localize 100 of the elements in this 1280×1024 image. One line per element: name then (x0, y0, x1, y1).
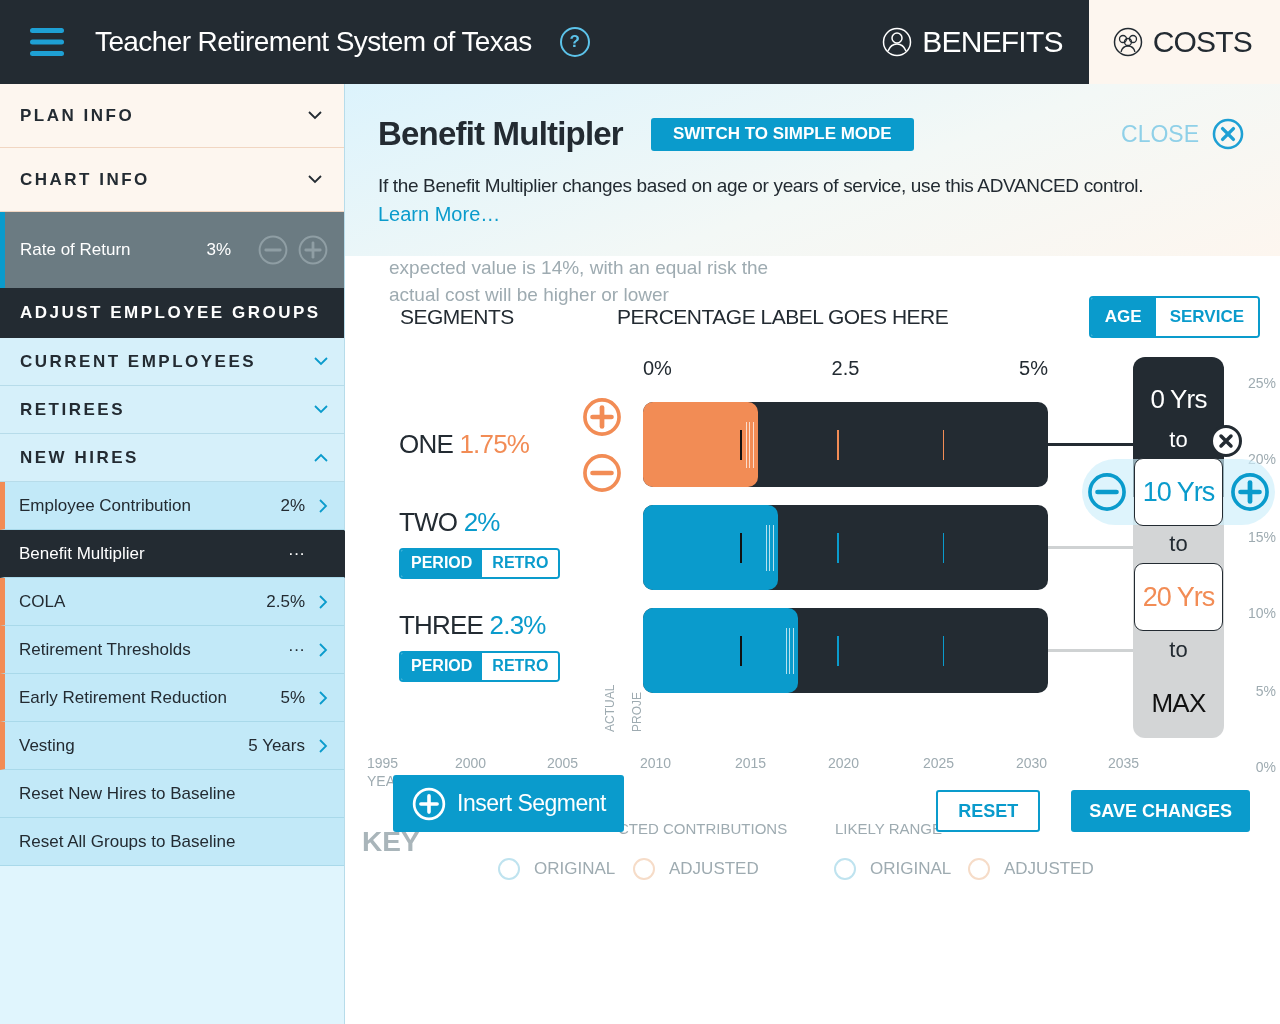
year-label: 2025 (923, 755, 955, 771)
y-tick-label: 25% (1247, 375, 1276, 391)
segment-label: THREE 2.3% (399, 609, 546, 641)
range-separator: to (1169, 427, 1188, 453)
range-separator: to (1169, 637, 1188, 663)
minus-circle-icon[interactable] (1086, 471, 1128, 513)
app-title: Teacher Retirement System of Texas (95, 26, 532, 58)
segment-slider[interactable] (643, 505, 1048, 590)
plus-circle-icon[interactable] (581, 395, 623, 438)
chevron-down-icon (308, 175, 322, 184)
segment-label: TWO 2% (399, 506, 500, 538)
setting-item[interactable]: COLA 2.5% (0, 578, 344, 626)
setting-item[interactable]: Retirement Thresholds ··· (0, 626, 344, 674)
year-label: 2000 (455, 755, 487, 771)
setting-value: 2.5% (266, 591, 305, 612)
groups-heading: ADJUST EMPLOYEE GROUPS (20, 303, 321, 323)
setting-value: ··· (288, 639, 305, 660)
chevron-right-icon (319, 690, 328, 705)
segment-slider[interactable] (643, 402, 1048, 487)
series-label: PROJE (630, 692, 644, 732)
menu-icon[interactable] (30, 28, 64, 56)
group-label: CURRENT EMPLOYEES (20, 351, 257, 372)
sidebar-section[interactable]: CHART INFO (0, 148, 344, 212)
people-icon (1112, 27, 1143, 57)
setting-item[interactable]: Vesting 5 Years (0, 722, 344, 770)
modal-title: Benefit Multipler (378, 115, 623, 153)
modal-description: If the Benefit Multiplier changes based on age or years of service, use this ADVANCED control. (378, 175, 1145, 197)
chevron-right-icon (319, 738, 328, 753)
setting-label: Early Retirement Reduction (19, 687, 227, 708)
legend-label: ORIGINAL (870, 859, 952, 879)
minus-circle-icon[interactable] (581, 451, 623, 494)
setting-label: Benefit Multiplier (19, 543, 145, 564)
legend-label: ORIGINAL (534, 859, 616, 879)
year-label: 2035 (1108, 755, 1140, 771)
slider-handle[interactable] (786, 628, 795, 674)
group-header[interactable]: NEW HIRES (0, 434, 344, 482)
section-label: CHART INFO (20, 169, 150, 190)
year-label: 2030 (1016, 755, 1048, 771)
range-bound: MAX (1151, 686, 1206, 720)
sidebar-section[interactable]: PLAN INFO (0, 84, 344, 148)
setting-label: Rate of Return (20, 240, 131, 260)
legend-label: ADJUSTED (1004, 859, 1094, 879)
chevron-down-icon (314, 357, 328, 366)
setting-item[interactable]: Benefit Multiplier ··· (0, 530, 344, 578)
segment-slider[interactable] (643, 608, 1048, 693)
group-header[interactable]: CURRENT EMPLOYEES (0, 338, 344, 386)
slider-handle[interactable] (746, 422, 754, 468)
group-header[interactable]: RETIREES (0, 386, 344, 434)
setting-value: 2% (280, 495, 305, 516)
y-tick-label: 5% (1255, 683, 1276, 699)
chart-note: actual cost will be higher or lower (389, 284, 669, 306)
reset-item[interactable]: Reset New Hires to Baseline (0, 770, 344, 818)
plus-circle-icon[interactable] (1229, 471, 1271, 513)
year-label: 2005 (547, 755, 579, 771)
minus-circle-icon[interactable] (257, 234, 289, 266)
column-heading: SEGMENTS (400, 305, 514, 328)
y-tick-label: 10% (1247, 605, 1276, 621)
chevron-down-icon (308, 111, 322, 120)
section-label: PLAN INFO (20, 105, 135, 126)
setting-label: COLA (19, 591, 66, 612)
year-label: 2010 (640, 755, 672, 771)
chevron-down-icon (314, 405, 328, 414)
chevron-right-icon (319, 594, 328, 609)
setting-value: ··· (288, 543, 305, 564)
person-icon (882, 27, 913, 57)
help-button[interactable]: ? (559, 27, 590, 57)
segment-label: ONE 1.75% (399, 429, 530, 460)
chevron-up-icon (314, 453, 328, 462)
setting-label: Employee Contribution (19, 495, 191, 516)
group-label: RETIREES (20, 399, 126, 420)
setting-item[interactable]: Early Retirement Reduction 5% (0, 674, 344, 722)
y-tick-label: 20% (1247, 451, 1276, 467)
plus-circle-icon[interactable] (411, 785, 447, 822)
scale-label: 0% (643, 357, 672, 381)
axis-label: YEA (367, 773, 395, 789)
chevron-right-icon (319, 498, 328, 513)
group-label: NEW HIRES (20, 447, 139, 468)
year-label: 1995 (367, 755, 399, 771)
year-label: 2015 (735, 755, 767, 771)
slider-handle[interactable] (765, 525, 774, 571)
year-label: 2020 (828, 755, 860, 771)
y-tick-label: 15% (1247, 529, 1276, 545)
plus-circle-icon[interactable] (297, 234, 329, 266)
setting-item[interactable]: Employee Contribution 2% (0, 482, 344, 530)
range-separator: to (1169, 531, 1188, 557)
nav-tab[interactable]: COSTS (1088, 0, 1280, 84)
remove-icon[interactable] (1210, 425, 1242, 457)
setting-label: Retirement Thresholds (19, 639, 191, 660)
reset-item[interactable]: Reset All Groups to Baseline (0, 818, 344, 866)
column-heading: PERCENTAGE LABEL GOES HERE (617, 305, 950, 329)
chevron-right-icon (319, 642, 328, 657)
setting-value: 5 Years (248, 735, 305, 756)
range-bound: 0 Yrs (1150, 383, 1207, 416)
setting-value: 3% (206, 240, 231, 260)
setting-label: Vesting (19, 735, 75, 756)
y-tick-label: 0% (1255, 759, 1276, 775)
setting-value: 5% (280, 687, 305, 708)
chart-note: expected value is 14%, with an equal risk the (389, 257, 769, 279)
legend-label: ADJUSTED (669, 859, 759, 879)
scale-label: 5% (1019, 357, 1048, 381)
